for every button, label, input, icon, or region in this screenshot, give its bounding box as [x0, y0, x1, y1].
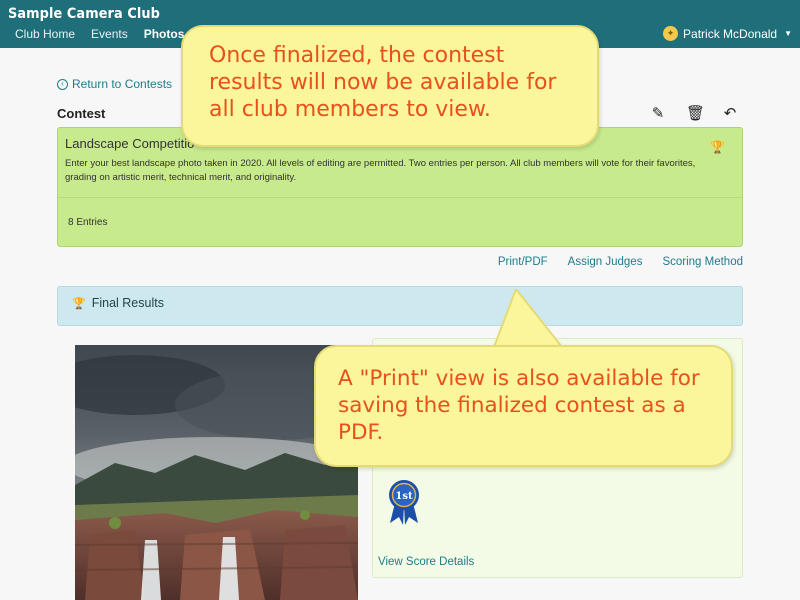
trophy-icon: 🏆	[72, 298, 86, 310]
main-nav: Club Home Events Photos	[15, 27, 200, 41]
entries-count: 8 Entries	[68, 217, 108, 228]
trophy-icon: 🏆	[710, 140, 725, 154]
view-score-details-link[interactable]: View Score Details	[378, 556, 474, 568]
user-name: Patrick McDonald	[683, 26, 778, 41]
first-place-ribbon-icon: 1st	[389, 480, 419, 525]
contest-links: Print/PDF Assign Judges Scoring Method	[498, 256, 743, 268]
final-results-heading: 🏆 Final Results	[72, 296, 164, 310]
contest-title: Landscape Competitio	[65, 136, 195, 151]
section-heading: Contest	[57, 106, 106, 121]
final-results-label: Final Results	[91, 296, 164, 310]
assign-judges-link[interactable]: Assign Judges	[568, 256, 643, 268]
callout-finalized: Once finalized, the contest results will…	[181, 25, 599, 147]
user-menu[interactable]: ✦ Patrick McDonald ▼	[663, 26, 792, 41]
chevron-down-icon: ▼	[784, 29, 792, 38]
undo-icon[interactable]: ↶	[722, 104, 738, 122]
contest-actions: ✎ 🗑 ↶	[650, 104, 738, 122]
nav-club-home[interactable]: Club Home	[15, 27, 75, 41]
callout-print: A "Print" view is also available for sav…	[314, 345, 733, 467]
nav-photos[interactable]: Photos	[144, 27, 185, 41]
key-icon: ✦	[663, 26, 679, 41]
contest-description: Enter your best landscape photo taken in…	[65, 158, 696, 183]
pencil-icon[interactable]: ✎	[650, 104, 666, 122]
final-results-panel: 🏆 Final Results	[57, 286, 743, 326]
return-to-contests-link[interactable]: ‹ Return to Contests	[57, 77, 172, 91]
circle-arrow-left-icon: ‹	[57, 78, 68, 90]
print-pdf-link[interactable]: Print/PDF	[498, 256, 548, 268]
scoring-method-link[interactable]: Scoring Method	[662, 256, 743, 268]
nav-events[interactable]: Events	[91, 27, 128, 41]
return-label: Return to Contests	[72, 77, 173, 91]
trash-icon[interactable]: 🗑	[686, 104, 705, 122]
app-title[interactable]: Sample Camera Club	[8, 6, 160, 22]
ribbon-rank: 1st	[395, 491, 413, 502]
card-divider	[58, 197, 742, 198]
callout-pointer	[492, 289, 565, 348]
